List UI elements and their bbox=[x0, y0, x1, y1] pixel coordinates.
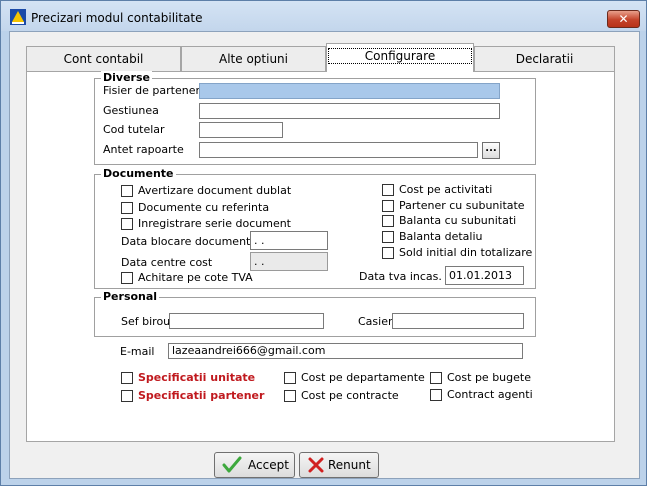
renunt-button[interactable]: Renunt bbox=[299, 452, 379, 478]
sef-birou-label: Sef birou bbox=[121, 315, 171, 328]
antet-rapoarte-input[interactable] bbox=[199, 142, 478, 158]
check-icon bbox=[222, 456, 242, 473]
data-tva-incas-label: Data tva incas. bbox=[359, 270, 442, 283]
fisier-parteneri-label: Fisier de parteneri bbox=[103, 84, 204, 97]
fisier-parteneri-input[interactable] bbox=[199, 83, 500, 99]
window-title: Precizari modul contabilitate bbox=[31, 11, 203, 25]
data-blocare-input[interactable]: . . bbox=[250, 231, 328, 250]
title-bar: Precizari modul contabilitate ✕ bbox=[1, 1, 646, 31]
group-diverse: Diverse Fisier de parteneri Gestiunea Co… bbox=[94, 71, 536, 165]
email-input[interactable]: lazeaandrei666@gmail.com bbox=[168, 343, 523, 359]
data-centre-cost-label: Data centre cost bbox=[121, 256, 213, 269]
tab-configurare[interactable]: Configurare bbox=[326, 43, 474, 72]
cancel-x-icon bbox=[308, 457, 324, 473]
close-icon: ✕ bbox=[618, 12, 629, 26]
dialog-body: Cont contabil Alte optiuni Declaratii Di… bbox=[9, 31, 640, 479]
gestiunea-label: Gestiunea bbox=[103, 104, 159, 117]
gestiunea-input[interactable] bbox=[199, 103, 500, 119]
data-tva-incas-input[interactable]: 01.01.2013 bbox=[445, 266, 524, 285]
data-blocare-label: Data blocare documente bbox=[121, 235, 258, 248]
group-personal-title: Personal bbox=[101, 290, 160, 303]
cod-tutelar-input[interactable] bbox=[199, 122, 283, 138]
app-icon bbox=[10, 9, 26, 25]
close-button[interactable]: ✕ bbox=[607, 10, 640, 28]
antet-rapoarte-label: Antet rapoarte bbox=[103, 143, 184, 156]
tab-panel-configurare: Diverse Fisier de parteneri Gestiunea Co… bbox=[26, 71, 615, 442]
sef-birou-input[interactable] bbox=[169, 313, 324, 329]
email-label: E-mail bbox=[120, 345, 155, 358]
casier-input[interactable] bbox=[392, 313, 524, 329]
casier-label: Casier bbox=[358, 315, 393, 328]
tab-cont-contabil[interactable]: Cont contabil bbox=[26, 46, 181, 71]
dialog-window: Precizari modul contabilitate ✕ Cont con… bbox=[0, 0, 647, 486]
group-documente-title: Documente bbox=[101, 167, 176, 180]
tab-alte-optiuni[interactable]: Alte optiuni bbox=[181, 46, 326, 71]
accept-button[interactable]: Accept bbox=[214, 452, 295, 478]
browse-button[interactable]: ... bbox=[482, 142, 500, 159]
tab-declaratii[interactable]: Declaratii bbox=[474, 46, 615, 71]
group-documente: Documente Avertizare document dublat Doc… bbox=[94, 167, 536, 289]
data-centre-cost-input[interactable]: . . bbox=[250, 252, 328, 271]
group-diverse-title: Diverse bbox=[101, 71, 152, 84]
cod-tutelar-label: Cod tutelar bbox=[103, 123, 165, 136]
group-personal: Personal Sef birou Casier bbox=[94, 290, 536, 337]
